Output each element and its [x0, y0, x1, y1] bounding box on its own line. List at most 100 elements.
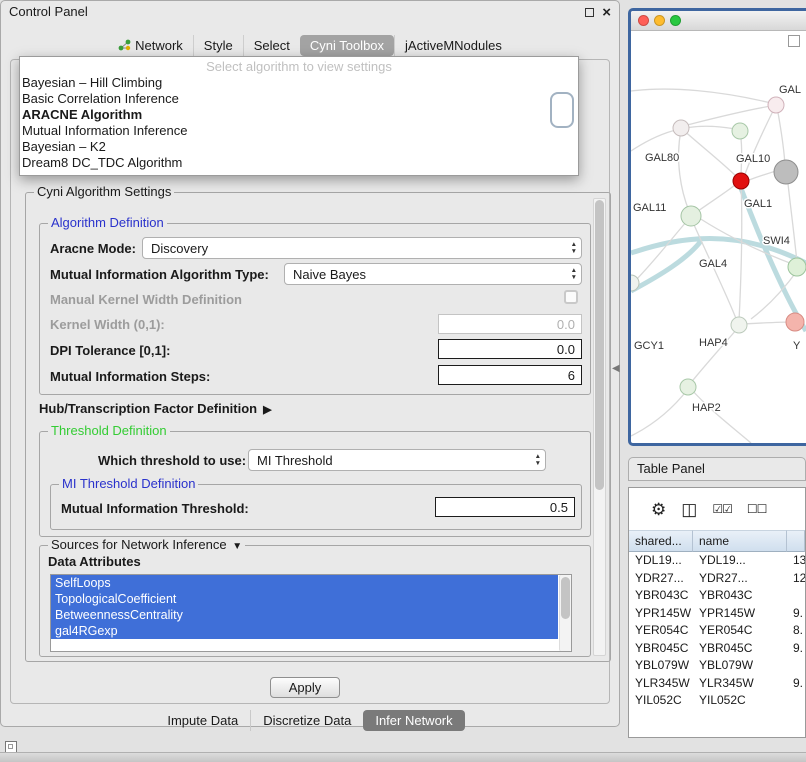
data-attributes-list[interactable]: SelfLoops TopologicalCoefficient Between…: [50, 574, 572, 652]
cell[interactable]: YBL079W: [629, 657, 693, 675]
tab-cyni-toolbox[interactable]: Cyni Toolbox: [300, 35, 394, 56]
network-node[interactable]: [786, 313, 804, 331]
settings-scrollbar-thumb[interactable]: [595, 200, 604, 490]
table-row[interactable]: YLR345W YLR345W 9.: [629, 675, 805, 693]
tab-infer-network[interactable]: Infer Network: [363, 710, 464, 731]
cell[interactable]: 8.: [787, 622, 805, 640]
traffic-minimize-icon[interactable]: [654, 15, 665, 26]
aracne-mode-label: Aracne Mode:: [50, 241, 136, 256]
cell[interactable]: YPR145W: [629, 605, 693, 623]
dropdown-item[interactable]: Mutual Information Inference: [20, 123, 578, 139]
dropdown-item[interactable]: Bayesian – Hill Climbing: [20, 75, 578, 91]
table-row[interactable]: YER054C YER054C 8.: [629, 622, 805, 640]
gear-icon[interactable]: ⚙: [651, 501, 666, 518]
cell[interactable]: YER054C: [629, 622, 693, 640]
dropdown-item[interactable]: Dream8 DC_TDC Algorithm: [20, 155, 578, 171]
settings-scrollbar[interactable]: [593, 198, 606, 656]
traffic-zoom-icon[interactable]: [670, 15, 681, 26]
tab-network[interactable]: Network: [108, 35, 193, 56]
network-node[interactable]: [731, 317, 747, 333]
network-node[interactable]: [774, 160, 798, 184]
network-node[interactable]: [788, 258, 806, 276]
node-label: GAL4: [699, 258, 727, 270]
cell[interactable]: YIL052C: [629, 692, 693, 710]
tab-impute-data[interactable]: Impute Data: [155, 710, 250, 731]
network-canvas[interactable]: GAL GAL80 GAL10 GAL11 GAL1 SWI4 GAL4 GCY…: [631, 31, 806, 443]
network-node[interactable]: [732, 123, 748, 139]
column-header-shared-name[interactable]: shared...: [629, 530, 693, 552]
list-item[interactable]: SelfLoops: [51, 575, 558, 591]
cell[interactable]: YBR043C: [629, 587, 693, 605]
table-row[interactable]: YDR27... YDR27... 12: [629, 570, 805, 588]
algorithm-definition-group: Algorithm Definition Aracne Mode: Discov…: [39, 223, 591, 395]
cell[interactable]: YDL19...: [629, 552, 693, 570]
cell[interactable]: [787, 587, 805, 605]
mi-threshold-field[interactable]: 0.5: [435, 497, 575, 517]
dropdown-item[interactable]: Bayesian – K2: [20, 139, 578, 155]
column-header-extra[interactable]: [787, 530, 805, 552]
network-node[interactable]: [681, 206, 701, 226]
dropdown-item-selected[interactable]: ARACNE Algorithm: [20, 107, 578, 123]
float-window-icon[interactable]: [585, 8, 594, 17]
network-node[interactable]: [768, 97, 784, 113]
table-row[interactable]: YDL19... YDL19... 13: [629, 552, 805, 570]
deselect-all-icon[interactable]: ☐☐: [747, 503, 767, 515]
cell[interactable]: 12: [787, 570, 805, 588]
table-row[interactable]: YBR045C YBR045C 9.: [629, 640, 805, 658]
list-item[interactable]: gal4RGexp: [51, 623, 558, 639]
cell[interactable]: YDL19...: [693, 552, 787, 570]
cell[interactable]: YBR043C: [693, 587, 787, 605]
cell[interactable]: [787, 692, 805, 710]
tab-discretize-data[interactable]: Discretize Data: [250, 710, 363, 731]
cell[interactable]: [787, 657, 805, 675]
manual-kernel-checkbox[interactable]: [564, 290, 578, 304]
cell[interactable]: YBR045C: [693, 640, 787, 658]
cell[interactable]: YDR27...: [629, 570, 693, 588]
cell[interactable]: 9.: [787, 640, 805, 658]
table-row[interactable]: YIL052C YIL052C: [629, 692, 805, 710]
select-all-icon[interactable]: ☑☑: [712, 503, 732, 515]
cell[interactable]: YER054C: [693, 622, 787, 640]
list-item[interactable]: TopologicalCoefficient: [51, 591, 558, 607]
aracne-mode-select[interactable]: Discovery ▲▼: [142, 237, 582, 259]
cell[interactable]: YIL052C: [693, 692, 787, 710]
cell[interactable]: YLR345W: [629, 675, 693, 693]
dpi-tolerance-field[interactable]: 0.0: [438, 339, 582, 359]
cell[interactable]: 9.: [787, 605, 805, 623]
network-node-red[interactable]: [733, 173, 749, 189]
traffic-close-icon[interactable]: [638, 15, 649, 26]
attributes-scrollbar-thumb[interactable]: [561, 577, 570, 619]
attributes-scrollbar[interactable]: [559, 575, 571, 651]
cell[interactable]: YBL079W: [693, 657, 787, 675]
tab-jactivemnodules[interactable]: jActiveMNodules: [394, 35, 512, 56]
cell[interactable]: 13: [787, 552, 805, 570]
cell[interactable]: 9.: [787, 675, 805, 693]
apply-button[interactable]: Apply: [270, 677, 340, 698]
network-node[interactable]: [680, 379, 696, 395]
cell[interactable]: YLR345W: [693, 675, 787, 693]
which-threshold-select[interactable]: MI Threshold ▲▼: [248, 449, 546, 471]
cell[interactable]: YBR045C: [629, 640, 693, 658]
mi-type-select[interactable]: Naive Bayes ▲▼: [284, 263, 582, 285]
table-row[interactable]: YBR043C YBR043C: [629, 587, 805, 605]
network-node[interactable]: [673, 120, 689, 136]
tab-style[interactable]: Style: [193, 35, 243, 56]
sources-toggle[interactable]: Sources for Network Inference ▼: [48, 537, 245, 552]
network-scroll-button[interactable]: [788, 35, 800, 47]
cell[interactable]: YDR27...: [693, 570, 787, 588]
kernel-width-field[interactable]: 0.0: [438, 314, 582, 334]
close-icon[interactable]: ×: [602, 5, 611, 20]
panel-collapse-icon[interactable]: ◀: [612, 363, 620, 374]
columns-icon[interactable]: ◫: [681, 501, 697, 518]
mi-threshold-group: MI Threshold Definition Mutual Informati…: [50, 484, 582, 530]
table-row[interactable]: YBL079W YBL079W: [629, 657, 805, 675]
table-row[interactable]: YPR145W YPR145W 9.: [629, 605, 805, 623]
hub-factor-toggle[interactable]: Hub/Transcription Factor Definition▶: [39, 401, 272, 416]
tab-select[interactable]: Select: [243, 35, 300, 56]
cell[interactable]: YPR145W: [693, 605, 787, 623]
mi-steps-field[interactable]: 6: [438, 365, 582, 385]
dropdown-item[interactable]: Basic Correlation Inference: [20, 91, 578, 107]
network-window-titlebar[interactable]: [631, 11, 806, 31]
list-item[interactable]: BetweennessCentrality: [51, 607, 558, 623]
column-header-name[interactable]: name: [693, 530, 787, 552]
